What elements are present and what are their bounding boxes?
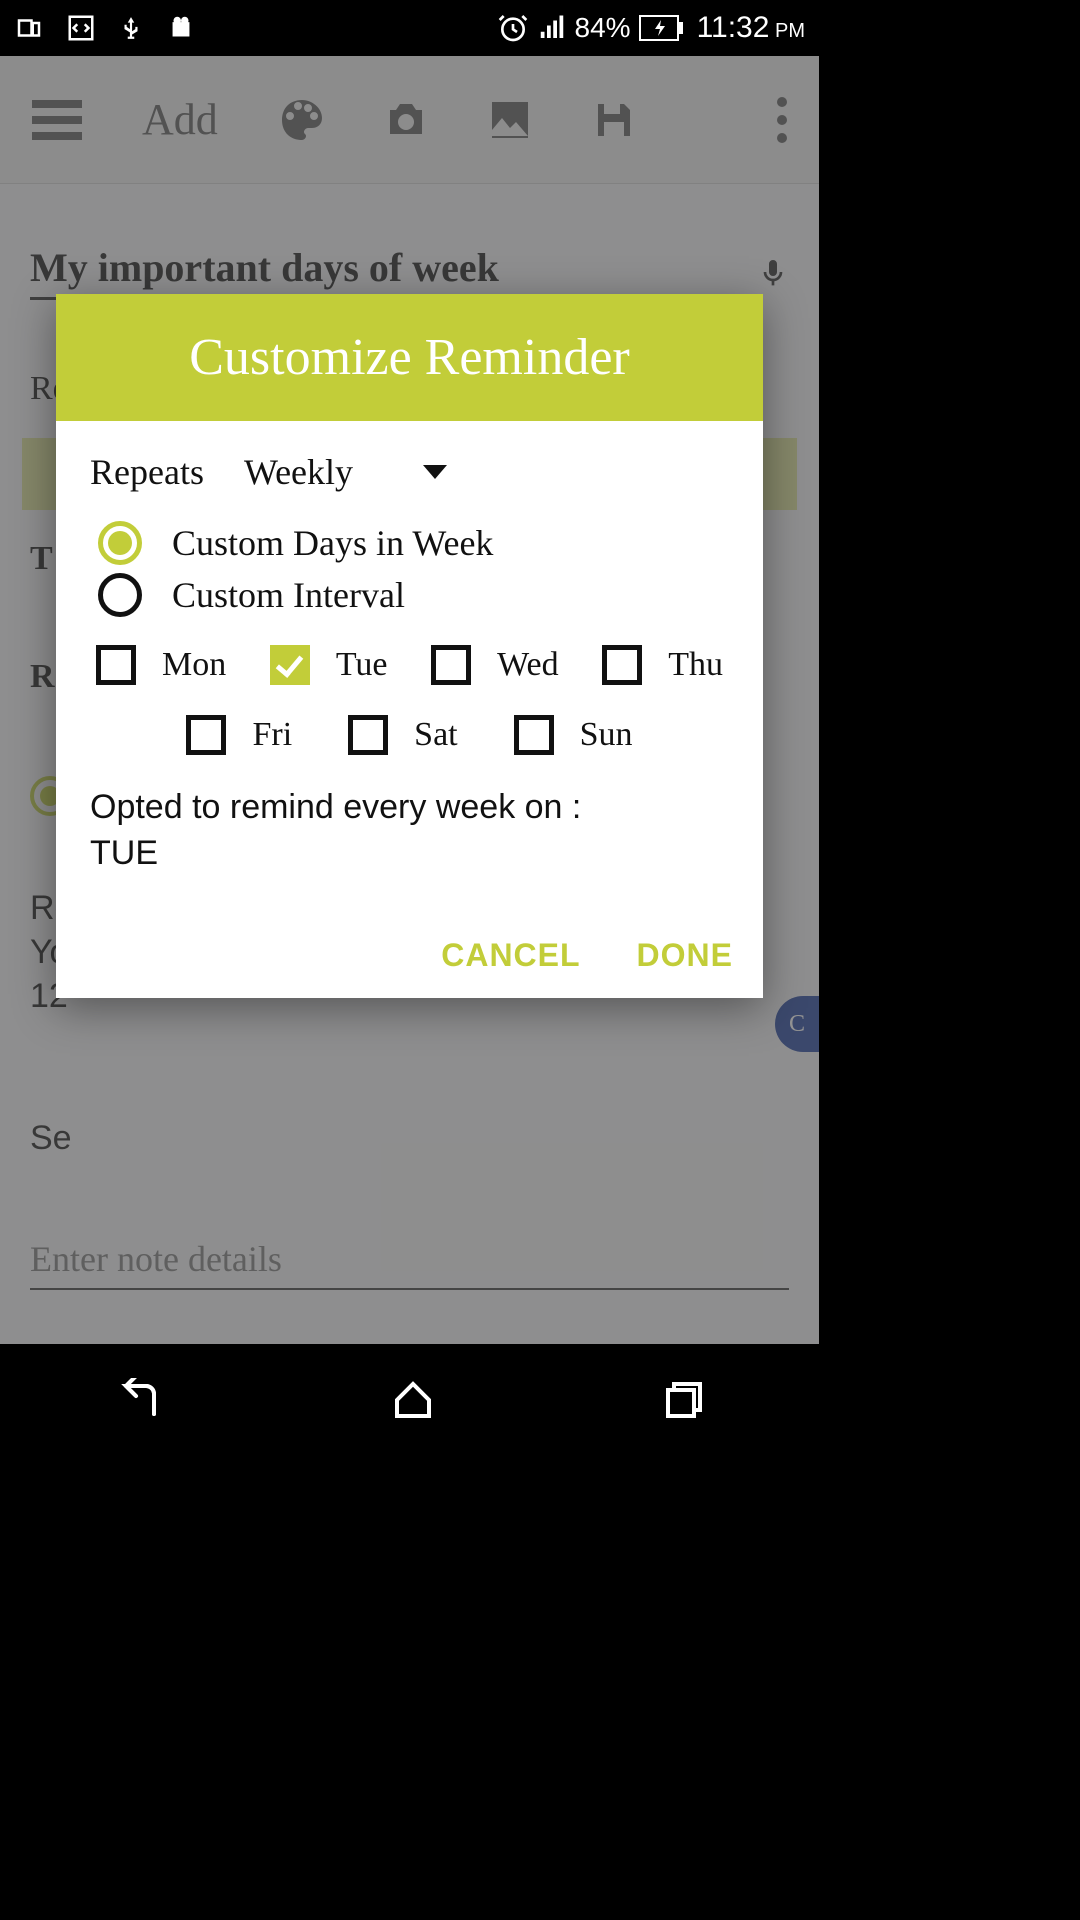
day-sun[interactable]: Sun (514, 715, 633, 755)
recent-apps-icon[interactable] (662, 1378, 706, 1422)
checkbox-icon (431, 645, 471, 685)
back-icon[interactable] (114, 1378, 164, 1422)
day-mon[interactable]: Mon (96, 645, 226, 685)
radio-custom-days[interactable]: Custom Days in Week (98, 521, 729, 565)
radio-custom-interval[interactable]: Custom Interval (98, 573, 729, 617)
days-grid: Mon Tue Wed Thu Fri (90, 645, 729, 755)
status-bar: 84% 11:32 PM (0, 0, 819, 56)
clock-time: 11:32 PM (697, 11, 805, 45)
usb-icon (118, 13, 144, 43)
checkbox-icon (348, 715, 388, 755)
customize-reminder-dialog: Customize Reminder Repeats Weekly Custom… (56, 294, 763, 998)
day-sat[interactable]: Sat (348, 715, 457, 755)
nav-bar (0, 1344, 819, 1456)
battery-percent: 84% (575, 12, 631, 44)
checkbox-icon (186, 715, 226, 755)
repeats-label: Repeats (90, 451, 204, 493)
done-button[interactable]: DONE (637, 937, 733, 974)
checkbox-icon (270, 645, 310, 685)
battery-icon (639, 15, 683, 41)
cancel-button[interactable]: CANCEL (441, 937, 580, 974)
checkbox-icon (602, 645, 642, 685)
repeats-dropdown[interactable]: Weekly (244, 451, 447, 493)
radio-label: Custom Interval (172, 574, 405, 616)
checkbox-icon (96, 645, 136, 685)
checkbox-icon (514, 715, 554, 755)
alarm-icon (497, 12, 529, 44)
day-fri[interactable]: Fri (186, 715, 292, 755)
day-wed[interactable]: Wed (431, 645, 558, 685)
radio-icon (98, 573, 142, 617)
devices-icon (14, 13, 44, 43)
signal-icon (537, 13, 567, 43)
radio-icon (98, 521, 142, 565)
android-icon (166, 13, 196, 43)
dialog-title: Customize Reminder (56, 294, 763, 421)
repeats-value: Weekly (244, 451, 353, 493)
status-right: 84% 11:32 PM (497, 11, 805, 45)
radio-label: Custom Days in Week (172, 522, 493, 564)
status-left-icons (14, 13, 196, 43)
day-thu[interactable]: Thu (602, 645, 723, 685)
code-icon (66, 13, 96, 43)
summary-text: Opted to remind every week on : TUE (90, 785, 729, 877)
chevron-down-icon (423, 465, 447, 479)
day-tue[interactable]: Tue (270, 645, 388, 685)
home-icon[interactable] (391, 1378, 435, 1422)
